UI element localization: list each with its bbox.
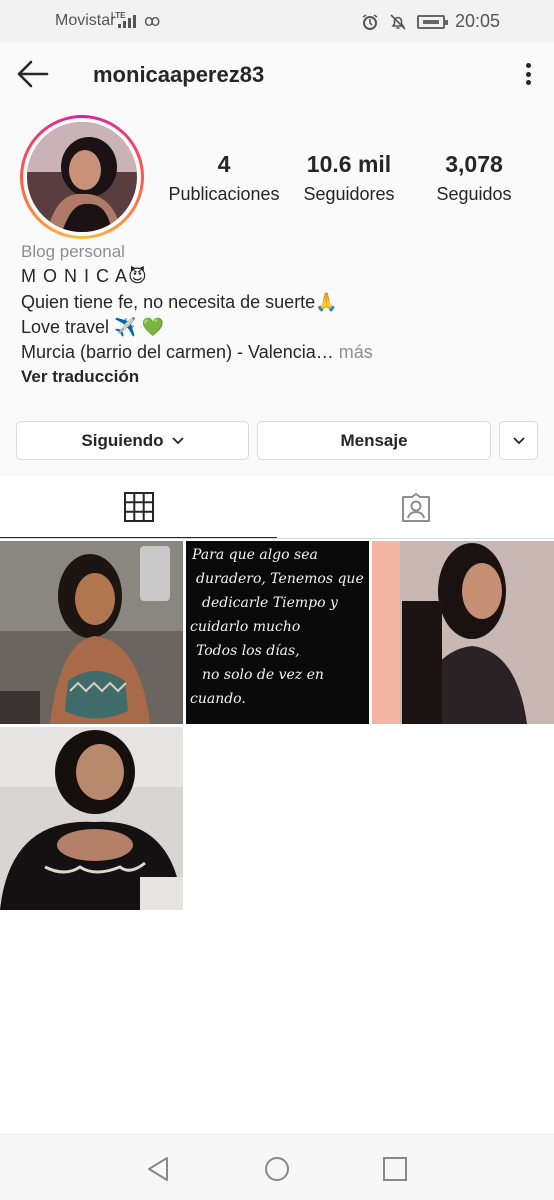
following-button-label: Siguiendo: [81, 430, 164, 450]
see-translation-link[interactable]: Ver traducción: [21, 367, 139, 387]
profile-section: 4 Publicaciones 10.6 mil Seguidores 3,07…: [0, 106, 554, 476]
system-navigation-bar: [0, 1134, 554, 1200]
quote-image: Para que algo sea duradero, Tenemos que de…: [186, 541, 369, 724]
bio-name: M O N I C A: [21, 266, 129, 286]
bio-line-faith: Quien tiene fe, no necesita de suerte🙏: [21, 292, 338, 313]
followers-label: Seguidores: [303, 184, 395, 204]
quote-text-line: Para que algo sea: [191, 547, 318, 563]
back-triangle-icon[interactable]: [143, 1154, 173, 1184]
pray-emoji-icon: 🙏: [315, 292, 338, 312]
quote-text-line: cuando.: [190, 691, 246, 707]
bio-line-travel: Love travel ✈️ 💚: [21, 317, 164, 338]
alarm-icon: [362, 13, 378, 30]
tab-posts-grid[interactable]: [0, 476, 277, 539]
bio-text: Murcia (barrio del carmen) - Valencia…: [21, 342, 334, 362]
mute-bell-icon: [390, 13, 406, 30]
status-bar: Movistar LTE ꝏ 20:05: [0, 0, 554, 42]
following-label: Seguidos: [436, 184, 512, 204]
home-circle-icon[interactable]: [262, 1154, 292, 1184]
signal-icon: [118, 12, 136, 28]
suggested-accounts-button[interactable]: [499, 421, 538, 460]
recents-square-icon[interactable]: [380, 1154, 410, 1184]
bio-line-location: Murcia (barrio del carmen) - Valencia… m…: [21, 342, 373, 363]
posts-count: 4: [217, 151, 231, 177]
chevron-down-icon: [512, 436, 525, 444]
quote-text-line: cuidarlo mucho: [190, 619, 300, 635]
profile-tabs: [0, 476, 554, 539]
post-thumbnail[interactable]: [0, 727, 183, 910]
message-button-label: Mensaje: [340, 430, 408, 450]
bio-name-line: M O N I C A😈: [21, 266, 148, 287]
post-thumbnail[interactable]: [372, 541, 554, 724]
carrier-name: Movistar: [55, 12, 116, 29]
quote-text-line: Todos los días,: [196, 643, 300, 659]
post-thumbnail[interactable]: [0, 541, 183, 724]
following-button[interactable]: Siguiendo: [16, 421, 249, 460]
profile-header: monicaaperez83: [0, 42, 554, 106]
posts-count-stat[interactable]: 4 Publicaciones: [164, 151, 284, 205]
page-title: monicaaperez83: [93, 62, 265, 87]
voicemail-icon: ꝏ: [144, 13, 161, 30]
plane-heart-emoji-icon: ✈️ 💚: [114, 317, 164, 337]
followers-count-stat[interactable]: 10.6 mil Seguidores: [296, 151, 402, 205]
chevron-down-icon: [171, 436, 184, 444]
bio-more-link[interactable]: más: [334, 342, 373, 362]
posts-label: Publicaciones: [168, 184, 280, 204]
quote-text-line: no solo de vez en: [202, 667, 324, 683]
followers-count: 10.6 mil: [306, 151, 392, 177]
following-count-stat[interactable]: 3,078 Seguidos: [426, 151, 522, 205]
tagged-icon: [401, 492, 430, 522]
battery-icon: [416, 14, 448, 29]
bio-text: Quien tiene fe, no necesita de suerte: [21, 292, 316, 312]
tab-tagged[interactable]: [277, 476, 554, 539]
arrow-left-icon[interactable]: [14, 56, 50, 92]
avatar-story-ring[interactable]: [20, 115, 144, 239]
profile-category: Blog personal: [21, 242, 125, 261]
more-vertical-icon[interactable]: [516, 60, 540, 88]
bio-text: Love travel: [21, 317, 110, 337]
clock: 20:05: [454, 11, 500, 31]
avatar: [27, 122, 137, 232]
post-thumbnail-quote[interactable]: Para que algo sea duradero, Tenemos que de…: [186, 541, 369, 724]
quote-text-line: duradero, Tenemos que: [196, 571, 364, 587]
message-button[interactable]: Mensaje: [257, 421, 491, 460]
quote-text-line: dedicarle Tiempo y: [202, 595, 339, 611]
grid-icon: [123, 491, 154, 522]
devil-emoji-icon: 😈: [128, 266, 148, 286]
following-count: 3,078: [445, 151, 503, 177]
